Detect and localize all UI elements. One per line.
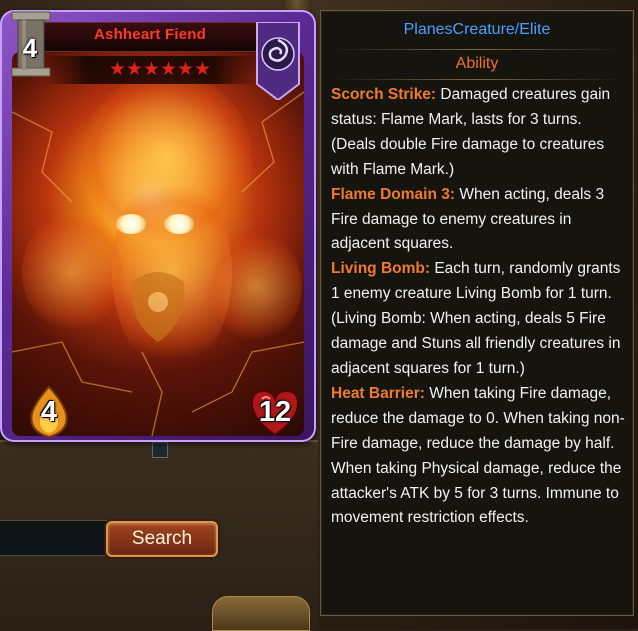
ability-tooltip: PlanesCreature/Elite Ability Scorch Stri… [320,10,634,616]
search-button[interactable]: Search [106,521,218,557]
ability-description: When taking Fire damage, reduce the dama… [331,384,625,527]
ability-name: Heat Barrier: [331,384,425,402]
ability-entry: Living Bomb: Each turn, randomly grants … [331,257,629,382]
search-input[interactable] [0,520,107,556]
lava-cracks [12,91,304,436]
star-rating: ★★★★★★ [108,59,212,80]
divider [331,79,623,80]
divider [331,49,623,50]
attack-value: 4 [40,396,58,428]
ability-list: Scorch Strike: Damaged creatures gain st… [331,83,629,531]
ability-entry: Flame Domain 3: When acting, deals 3 Fir… [331,183,629,258]
scrollbar-handle[interactable] [152,442,168,458]
section-heading: Ability [455,55,499,72]
health-value: 12 [258,396,292,428]
ability-name: Living Bomb: [331,260,431,278]
frame-ornament [212,596,310,631]
ability-description: Each turn, randomly grants 1 enemy creat… [331,260,621,377]
ability-entry: Heat Barrier: When taking Fire damage, r… [331,382,629,531]
creature-type: PlanesCreature/Elite [403,21,551,38]
ability-name: Flame Domain 3: [331,185,456,203]
creature-card[interactable]: Ashheart Fiend ★★★★★★ 4 4 12 [0,10,316,442]
card-artwork [12,52,304,436]
ability-entry: Scorch Strike: Damaged creatures gain st… [331,83,629,183]
swirl-emblem-icon [256,22,300,100]
card-cost: 4 [22,33,38,63]
ability-name: Scorch Strike: [331,86,437,103]
card-name: Ashheart Fiend [94,26,206,43]
